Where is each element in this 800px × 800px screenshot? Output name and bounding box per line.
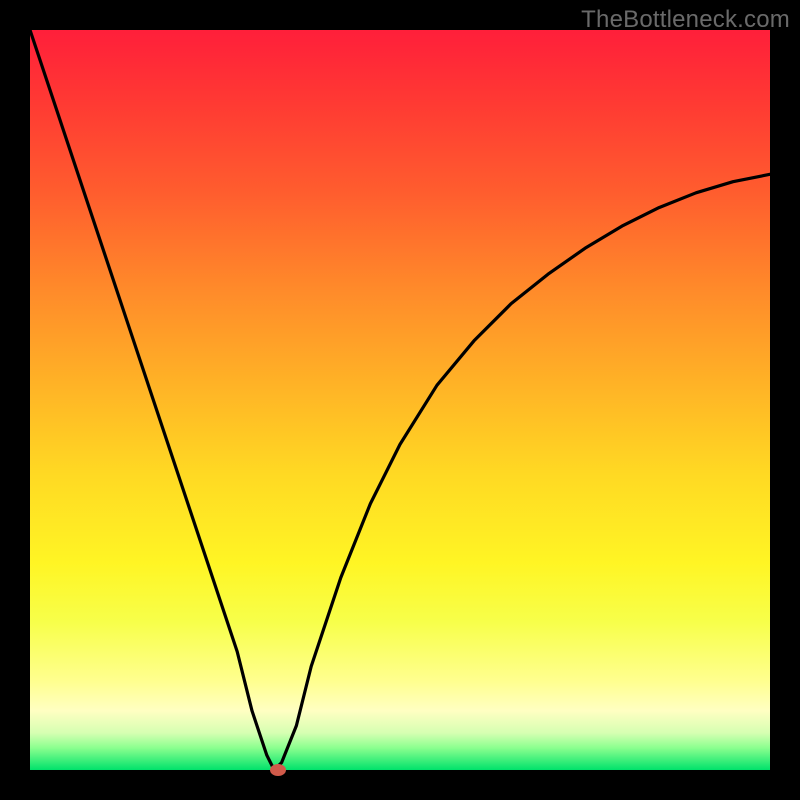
plot-area [30,30,770,770]
bottleneck-curve [30,30,770,770]
optimum-marker [270,764,286,776]
chart-frame: TheBottleneck.com [0,0,800,800]
watermark-text: TheBottleneck.com [581,6,790,34]
curve-path [30,30,770,770]
